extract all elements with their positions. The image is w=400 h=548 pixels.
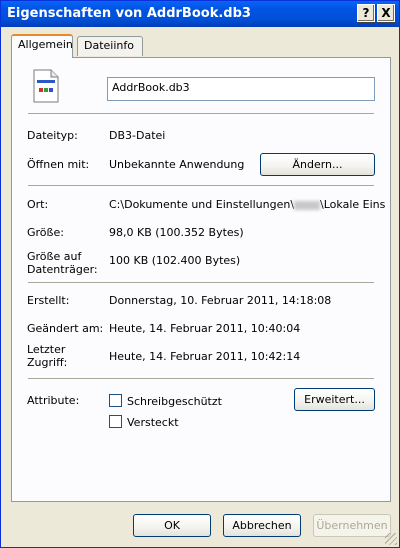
readonly-checkbox[interactable] <box>109 394 122 407</box>
accessed-label-2: Zugriff: <box>27 356 68 369</box>
filetype-value: DB3-Datei <box>109 129 166 142</box>
divider <box>28 185 374 186</box>
opens-with-label: Öffnen mit: <box>27 158 90 171</box>
hidden-label[interactable]: Versteckt <box>127 416 179 429</box>
change-button[interactable]: Ändern... <box>260 153 375 176</box>
size-on-disk-label-1: Größe auf <box>27 250 82 263</box>
modified-value: Heute, 14. Februar 2011, 10:40:04 <box>109 322 301 335</box>
cancel-button[interactable]: Abbrechen <box>223 514 301 537</box>
document-icon <box>33 69 59 103</box>
general-panel: AddrBook.db3 Dateityp: DB3-Datei Öffnen … <box>11 57 391 502</box>
size-label: Größe: <box>27 226 64 239</box>
filename-input[interactable]: AddrBook.db3 <box>107 77 375 101</box>
readonly-label[interactable]: Schreibgeschützt <box>127 395 222 408</box>
ok-button[interactable]: OK <box>133 514 211 537</box>
advanced-button[interactable]: Erweitert... <box>294 388 375 411</box>
tab-allgemein[interactable]: Allgemein <box>11 34 73 58</box>
resize-grip[interactable] <box>385 533 397 545</box>
tab-dateiinfo[interactable]: Dateiinfo <box>77 36 143 56</box>
opens-with-value: Unbekannte Anwendung <box>109 158 245 171</box>
divider <box>28 113 374 114</box>
divider <box>28 282 374 283</box>
location-path-start: C:\Dokumente und Einstellungen\ <box>109 198 295 211</box>
created-label: Erstellt: <box>27 294 70 307</box>
filetype-label: Dateityp: <box>27 129 78 142</box>
accessed-label-1: Letzter <box>27 343 66 356</box>
accessed-value: Heute, 14. Februar 2011, 10:42:14 <box>109 350 301 363</box>
hidden-checkbox[interactable] <box>109 415 122 428</box>
divider <box>28 378 374 379</box>
location-path-end: \Lokale Eins <box>320 198 386 211</box>
title-bar[interactable]: Eigenschaften von AddrBook.db3 ? X <box>1 1 399 27</box>
properties-dialog: Eigenschaften von AddrBook.db3 ? X Allge… <box>0 0 400 548</box>
close-button[interactable]: X <box>377 4 395 22</box>
created-value: Donnerstag, 10. Februar 2011, 14:18:08 <box>109 294 332 307</box>
size-on-disk-label-2: Datenträger: <box>27 263 98 276</box>
redacted-username <box>294 200 321 210</box>
location-value: C:\Dokumente und Einstellungen\ \Lokale E… <box>109 198 385 211</box>
apply-button[interactable]: Übernehmen <box>313 514 391 537</box>
size-on-disk-value: 100 KB (102.400 Bytes) <box>109 254 241 267</box>
size-value: 98,0 KB (100.352 Bytes) <box>109 226 244 239</box>
location-label: Ort: <box>27 198 49 211</box>
window-title: Eigenschaften von AddrBook.db3 <box>7 6 251 21</box>
attributes-label: Attribute: <box>27 394 80 407</box>
help-button[interactable]: ? <box>357 4 375 22</box>
modified-label: Geändert am: <box>27 322 104 335</box>
